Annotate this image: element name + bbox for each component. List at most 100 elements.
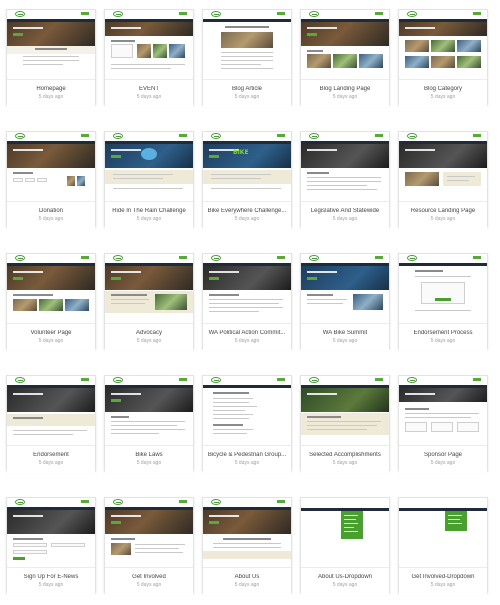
page-card-sponsor-page[interactable]: Sponsor Page 5 days ago	[398, 375, 488, 473]
card-caption: Bike Everywhere Challenge... 5 days ago	[203, 201, 291, 229]
page-card-resource-landing-page[interactable]: Resource Landing Page 5 days ago	[398, 131, 488, 229]
card-timestamp: 5 days ago	[234, 216, 260, 222]
card-caption: About Us 5 days ago	[203, 567, 291, 595]
card-caption: Resource Landing Page 5 days ago	[399, 201, 487, 229]
card-timestamp: 5 days ago	[234, 94, 260, 100]
card-caption: Selected Accomplishments 5 days ago	[301, 445, 389, 473]
page-thumbnail	[301, 498, 389, 566]
card-caption: Volunteer Page 5 days ago	[7, 323, 95, 351]
page-card-get-involved[interactable]: Get Involved 5 days ago	[104, 497, 194, 595]
page-card-volunteer-page[interactable]: Volunteer Page 5 days ago	[6, 253, 96, 351]
card-title: Endorsement Process	[413, 330, 473, 336]
page-thumbnail: BIKE	[203, 132, 291, 200]
page-thumbnail	[7, 10, 95, 78]
page-card-wa-political-action-committee[interactable]: WA Political Action Commit... 5 days ago	[202, 253, 292, 351]
page-card-blog-article[interactable]: Blog Article 5 days ago	[202, 9, 292, 107]
bike-everywhere-logo: BIKE	[233, 149, 249, 156]
card-timestamp: 5 days ago	[136, 338, 162, 344]
card-timestamp: 5 days ago	[136, 216, 162, 222]
card-caption: Endorsement 5 days ago	[7, 445, 95, 473]
page-card-bike-everywhere-challenge[interactable]: BIKE Bike Everywhere Challenge... 5 days…	[202, 131, 292, 229]
card-title: Bicycle & Pedestrian Group...	[207, 452, 287, 458]
card-title: Get Involved	[132, 574, 166, 580]
card-timestamp: 5 days ago	[38, 94, 64, 100]
card-caption: WA Bike Summit 5 days ago	[301, 323, 389, 351]
page-card-sign-up-for-e-news[interactable]: Sign Up For E-News 5 days ago	[6, 497, 96, 595]
page-card-ride-in-the-rain-challenge[interactable]: Ride In The Rain Challenge 5 days ago	[104, 131, 194, 229]
card-caption: Ride In The Rain Challenge 5 days ago	[105, 201, 193, 229]
card-title: Ride In The Rain Challenge	[112, 208, 186, 214]
card-timestamp: 5 days ago	[38, 216, 64, 222]
card-caption: Sponsor Page 5 days ago	[399, 445, 487, 473]
card-timestamp: 5 days ago	[234, 338, 260, 344]
page-thumbnail	[105, 132, 193, 200]
card-timestamp: 5 days ago	[332, 94, 358, 100]
card-timestamp: 5 days ago	[38, 338, 64, 344]
card-timestamp: 5 days ago	[234, 460, 260, 466]
card-title: EVENT	[138, 86, 159, 92]
page-card-event[interactable]: EVENT 5 days ago	[104, 9, 194, 107]
page-card-bicycle-pedestrian-groups[interactable]: Bicycle & Pedestrian Group... 5 days ago	[202, 375, 292, 473]
page-card-endorsement[interactable]: Endorsement 5 days ago	[6, 375, 96, 473]
page-thumbnail	[399, 498, 487, 566]
page-thumbnail	[399, 376, 487, 444]
card-title: Resource Landing Page	[410, 208, 476, 214]
card-timestamp: 5 days ago	[332, 216, 358, 222]
card-title: Legislative And Statewide	[310, 208, 380, 214]
page-thumbnail	[105, 254, 193, 322]
page-card-blog-category[interactable]: Blog Category 5 days ago	[398, 9, 488, 107]
page-card-legislative-and-statewide[interactable]: Legislative And Statewide 5 days ago	[300, 131, 390, 229]
page-card-bike-laws[interactable]: Bike Laws 5 days ago	[104, 375, 194, 473]
card-timestamp: 5 days ago	[430, 94, 456, 100]
card-timestamp: 5 days ago	[136, 460, 162, 466]
card-timestamp: 5 days ago	[38, 582, 64, 588]
page-card-about-us-dropdown[interactable]: About Us-Dropdown 5 days ago	[300, 497, 390, 595]
card-timestamp: 5 days ago	[136, 582, 162, 588]
page-card-advocacy[interactable]: Advocacy 5 days ago	[104, 253, 194, 351]
card-caption: Blog Category 5 days ago	[399, 79, 487, 107]
page-card-homepage[interactable]: Homepage 5 days ago	[6, 9, 96, 107]
card-title: About Us	[234, 574, 260, 580]
card-caption: WA Political Action Commit... 5 days ago	[203, 323, 291, 351]
page-thumbnail	[105, 376, 193, 444]
page-thumbnail	[7, 376, 95, 444]
page-thumbnail	[399, 10, 487, 78]
card-title: Bike Laws	[135, 452, 163, 458]
card-title: WA Political Action Commit...	[208, 330, 286, 336]
page-thumbnail	[105, 10, 193, 78]
card-caption: Endorsement Process 5 days ago	[399, 323, 487, 351]
card-title: Get Involved-Dropdown	[411, 574, 475, 580]
card-title: Bike Everywhere Challenge...	[207, 208, 287, 214]
card-caption: Get Involved 5 days ago	[105, 567, 193, 595]
card-timestamp: 5 days ago	[234, 582, 260, 588]
page-card-selected-accomplishments[interactable]: Selected Accomplishments 5 days ago	[300, 375, 390, 473]
card-timestamp: 5 days ago	[136, 94, 162, 100]
card-title: Sponsor Page	[423, 452, 463, 458]
card-timestamp: 5 days ago	[38, 460, 64, 466]
card-caption: Get Involved-Dropdown 5 days ago	[399, 567, 487, 595]
page-card-endorsement-process[interactable]: Endorsement Process 5 days ago	[398, 253, 488, 351]
page-card-donation[interactable]: Donation 5 days ago	[6, 131, 96, 229]
page-card-get-involved-dropdown[interactable]: Get Involved-Dropdown 5 days ago	[398, 497, 488, 595]
page-thumbnail	[301, 254, 389, 322]
card-timestamp: 5 days ago	[430, 216, 456, 222]
card-title: Donation	[38, 208, 64, 214]
page-thumbnail	[399, 254, 487, 322]
card-title: Blog Landing Page	[319, 86, 371, 92]
page-thumbnail	[203, 10, 291, 78]
page-card-about-us[interactable]: About Us 5 days ago	[202, 497, 292, 595]
card-title: Blog Category	[423, 86, 463, 92]
page-card-wa-bike-summit[interactable]: WA Bike Summit 5 days ago	[300, 253, 390, 351]
card-caption: Advocacy 5 days ago	[105, 323, 193, 351]
page-thumbnail	[301, 10, 389, 78]
page-thumbnail	[203, 498, 291, 566]
page-thumbnail-grid: Homepage 5 days ago EVENT 5 days ago Blo…	[6, 9, 488, 605]
card-timestamp: 5 days ago	[430, 460, 456, 466]
page-thumbnail	[203, 376, 291, 444]
card-caption: Bicycle & Pedestrian Group... 5 days ago	[203, 445, 291, 473]
page-thumbnail	[301, 376, 389, 444]
page-card-blog-landing-page[interactable]: Blog Landing Page 5 days ago	[300, 9, 390, 107]
page-thumbnail	[7, 498, 95, 566]
page-thumbnail	[7, 132, 95, 200]
card-caption: Blog Article 5 days ago	[203, 79, 291, 107]
